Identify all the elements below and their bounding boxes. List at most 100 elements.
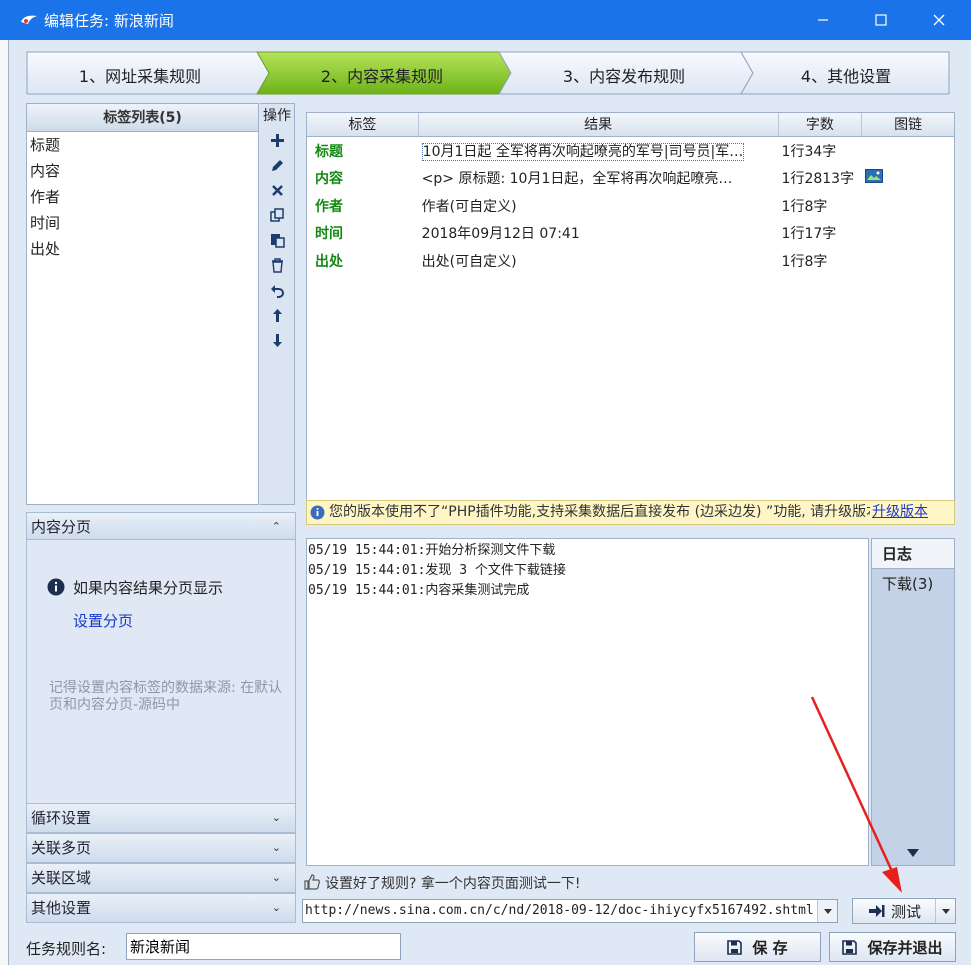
tag-list-item[interactable]: 内容	[27, 158, 258, 184]
related-region-title: 关联区域	[31, 869, 92, 887]
related-pages-title: 关联多页	[31, 839, 92, 857]
tag-list-item[interactable]: 时间	[27, 210, 258, 236]
step-1-label[interactable]: 1、网址采集规则	[40, 63, 240, 87]
bottom-bar: 任务规则名: 保 存 保存并退出	[9, 928, 971, 965]
paging-tip: 如果内容结果分页显示	[73, 579, 224, 597]
upgrade-link[interactable]: 升级版本	[870, 501, 928, 524]
window-title: 编辑任务: 新浪新闻	[44, 12, 174, 30]
test-hint: 设置好了规则? 拿一个内容页面测试一下!	[303, 873, 581, 893]
minimize-icon	[818, 19, 828, 21]
scroll-down-icon[interactable]	[907, 849, 919, 857]
upgrade-banner: 您的版本使用不了“PHP插件功能,支持采集数据后直接发布 (边采边发) ”功能,…	[306, 500, 955, 525]
background-window-edge	[0, 40, 8, 965]
count-cell: 1行2813字	[781, 171, 855, 188]
tag-list-item[interactable]: 作者	[27, 184, 258, 210]
result-cell: 10月1日起 全军将再次响起嘹亮的军号|司号员|军…	[421, 142, 745, 161]
tag-list-panel: 标签列表(5) 标题 内容 作者 时间 出处	[26, 103, 259, 505]
copy-tag-button[interactable]	[260, 203, 294, 228]
save-icon	[727, 939, 743, 955]
url-dropdown-button[interactable]	[817, 900, 837, 922]
thumbs-up-icon	[304, 874, 320, 890]
loop-settings-title: 循环设置	[31, 809, 92, 827]
image-icon[interactable]	[865, 169, 884, 184]
copy-icon	[269, 208, 284, 222]
tag-list-item[interactable]: 出处	[27, 236, 258, 262]
info-icon	[47, 578, 65, 596]
chevron-up-icon: ⌃	[271, 520, 281, 533]
column-header-count[interactable]: 字数	[779, 113, 863, 136]
column-header-tag[interactable]: 标签	[307, 113, 419, 136]
pencil-icon	[271, 160, 283, 171]
log-line: 05/19 15:44:01:内容采集测试完成	[308, 583, 530, 598]
count-cell: 1行8字	[781, 253, 828, 270]
count-cell: 1行8字	[781, 198, 828, 215]
maximize-button[interactable]	[858, 0, 904, 40]
related-region-header[interactable]: 关联区域 ⌄	[26, 863, 296, 893]
paging-section-title: 内容分页	[31, 518, 92, 536]
tab-log[interactable]: 日志	[872, 539, 954, 569]
tag-cell: 内容	[315, 171, 343, 188]
table-row[interactable]: 标题 10月1日起 全军将再次响起嘹亮的军号|司号员|军… 1行34字	[307, 137, 954, 165]
minimize-button[interactable]	[800, 0, 846, 40]
test-options-dropdown[interactable]	[935, 899, 955, 923]
paste-tag-button[interactable]	[260, 228, 294, 253]
table-row[interactable]: 出处 出处(可自定义) 1行8字	[307, 247, 954, 275]
paste-icon	[270, 234, 285, 248]
delete-tag-button[interactable]	[260, 178, 294, 203]
column-header-image-link[interactable]: 图链	[862, 113, 954, 136]
test-url-input[interactable]: http://news.sina.com.cn/c/nd/2018-09-12/…	[302, 899, 838, 923]
edit-tag-button[interactable]	[260, 153, 294, 178]
chevron-down-icon	[941, 908, 950, 914]
save-icon	[842, 939, 858, 955]
table-row[interactable]: 内容 <p> 原标题: 10月1日起，全军将再次响起嘹亮… 1行2813字	[307, 165, 954, 193]
move-up-button[interactable]	[260, 303, 294, 328]
tag-cell: 时间	[315, 226, 343, 243]
paging-section-body: 如果内容结果分页显示 设置分页 记得设置内容标签的数据来源: 在默认页和内容分页…	[26, 540, 296, 803]
table-row[interactable]: 作者 作者(可自定义) 1行8字	[307, 192, 954, 220]
results-table-header: 标签 结果 字数 图链	[307, 113, 954, 137]
close-button[interactable]	[916, 0, 962, 40]
operations-header: 操作	[263, 108, 291, 124]
step-3-label[interactable]: 3、内容发布规则	[524, 63, 724, 87]
result-cell: <p> 原标题: 10月1日起，全军将再次响起嘹亮…	[421, 171, 733, 188]
paging-section-header[interactable]: 内容分页 ⌃	[26, 512, 296, 540]
log-line: 05/19 15:44:01:发现 3 个文件下载链接	[308, 563, 566, 578]
test-button[interactable]: 测试	[852, 898, 956, 924]
app-logo-icon	[21, 15, 37, 24]
log-output[interactable]: 05/19 15:44:01:开始分析探测文件下载 05/19 15:44:01…	[306, 538, 869, 866]
trash-icon	[271, 258, 283, 273]
table-row[interactable]: 时间 2018年09月12日 07:41 1行17字	[307, 220, 954, 248]
tag-cell: 标题	[315, 143, 343, 160]
operations-toolbar: 操作	[260, 103, 295, 505]
count-cell: 1行17字	[781, 226, 837, 243]
save-and-exit-label: 保存并退出	[867, 938, 943, 957]
chevron-down-icon: ⌄	[271, 811, 281, 824]
move-down-button[interactable]	[260, 328, 294, 353]
result-cell: 出处(可自定义)	[421, 253, 517, 270]
editor-window: 1、网址采集规则 2、内容采集规则 3、内容发布规则 4、其他设置 标签列表(5…	[8, 40, 971, 965]
task-name-label: 任务规则名:	[26, 940, 107, 958]
loop-settings-header[interactable]: 循环设置 ⌄	[26, 803, 296, 833]
tag-cell: 出处	[315, 253, 343, 270]
undo-icon	[270, 285, 284, 298]
set-paging-link[interactable]: 设置分页	[73, 610, 133, 631]
related-pages-header[interactable]: 关联多页 ⌄	[26, 833, 296, 863]
step-2-label[interactable]: 2、内容采集规则	[282, 63, 482, 87]
clear-tags-button[interactable]	[260, 253, 294, 278]
add-tag-button[interactable]	[260, 128, 294, 153]
paging-note: 记得设置内容标签的数据来源: 在默认页和内容分页-源码中	[49, 680, 283, 713]
column-header-result[interactable]: 结果	[419, 113, 779, 136]
step-4-label[interactable]: 4、其他设置	[746, 63, 946, 87]
other-settings-header[interactable]: 其他设置 ⌄	[26, 893, 296, 923]
plus-icon	[270, 134, 284, 147]
tab-downloads[interactable]: 下载(3)	[872, 569, 954, 599]
arrow-down-icon	[272, 334, 282, 347]
undo-button[interactable]	[260, 278, 294, 303]
save-button[interactable]: 保 存	[694, 932, 821, 962]
task-name-input[interactable]	[126, 933, 401, 960]
results-table: 标签 结果 字数 图链 标题 10月1日起 全军将再次响起嘹亮的军号|司号员|军…	[306, 112, 955, 502]
step-wizard: 1、网址采集规则 2、内容采集规则 3、内容发布规则 4、其他设置	[26, 51, 950, 95]
tag-list-item[interactable]: 标题	[27, 132, 258, 158]
save-button-label: 保 存	[752, 938, 788, 957]
save-and-exit-button[interactable]: 保存并退出	[829, 932, 956, 962]
